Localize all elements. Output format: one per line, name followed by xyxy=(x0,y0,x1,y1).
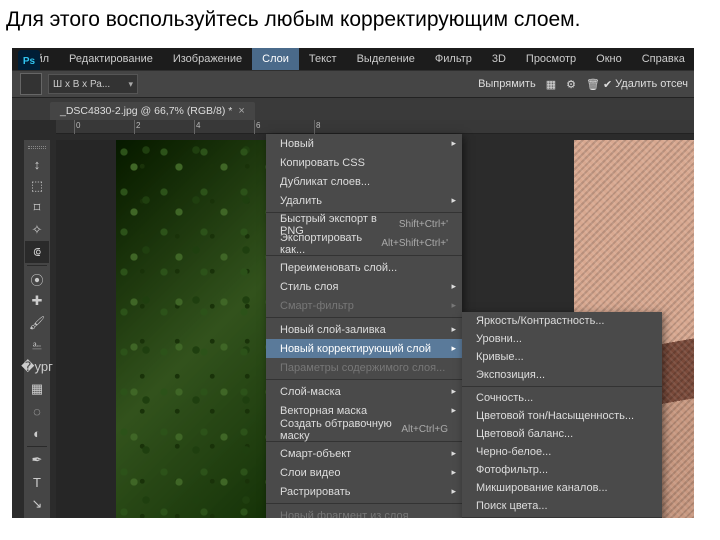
layers-menu-item[interactable]: Копировать CSS xyxy=(266,153,462,172)
tool-bucket[interactable]: ▦ xyxy=(25,378,49,400)
layers-menu-item[interactable]: Стиль слоя xyxy=(266,277,462,296)
layers-menu-item[interactable]: Слой-маска xyxy=(266,382,462,401)
tool-clone[interactable]: ⎁ xyxy=(25,334,49,356)
tool-healing[interactable]: ✚ xyxy=(25,290,49,312)
gear-icon[interactable]: ⚙ xyxy=(566,78,576,91)
options-bar: Ш x В x Ра... Выпрямить ▦ ⚙ Удалить отсе… xyxy=(12,70,694,98)
straighten-button[interactable]: Выпрямить xyxy=(478,78,536,90)
adjustment-submenu-item[interactable]: Цветовой баланс... xyxy=(462,425,662,443)
adjustment-submenu-item[interactable]: Уровни... xyxy=(462,330,662,348)
menu-текст[interactable]: Текст xyxy=(299,48,347,70)
menu-редактирование[interactable]: Редактирование xyxy=(59,48,163,70)
tool-lasso[interactable]: ⌑ xyxy=(25,197,49,219)
layers-menu-item[interactable]: Смарт-объект xyxy=(266,444,462,463)
tool-type[interactable]: T xyxy=(25,471,49,493)
tool-magic-wand[interactable]: ✧ xyxy=(25,219,49,241)
adjustment-submenu-item[interactable]: Фотофильтр... xyxy=(462,461,662,479)
menu-слои[interactable]: Слои xyxy=(252,48,299,70)
adjustment-submenu-item[interactable]: Сочность... xyxy=(462,389,662,407)
tool-brush[interactable]: 🖌 xyxy=(25,312,49,334)
adjustment-submenu-item[interactable]: Черно-белое... xyxy=(462,443,662,461)
check-icon xyxy=(603,78,612,91)
layers-menu-item[interactable]: Удалить xyxy=(266,191,462,210)
tools-panel: ↕⬚⌑✧⟃⦿✚🖌⎁�ург▦◌◐✒T↘▭✋ xyxy=(24,140,50,518)
menu-справка[interactable]: Справка xyxy=(632,48,694,70)
adjustment-submenu-item[interactable]: Яркость/Контрастность... xyxy=(462,312,662,330)
layers-menu-item[interactable]: Растрировать xyxy=(266,482,462,501)
horizontal-ruler: 02468 xyxy=(56,120,694,134)
ps-logo-icon: Ps xyxy=(18,50,40,72)
layers-menu-item[interactable]: Дубликат слоев... xyxy=(266,172,462,191)
tool-pen[interactable]: ✒ xyxy=(25,449,49,471)
menu-фильтр[interactable]: Фильтр xyxy=(425,48,482,70)
document-tab-row: _DSC4830-2.jpg @ 66,7% (RGB/8) * × xyxy=(12,98,694,120)
layers-menu-item[interactable]: Экспортировать как...Alt+Shift+Ctrl+' xyxy=(266,234,462,253)
menu-выделение[interactable]: Выделение xyxy=(347,48,425,70)
layers-menu-item[interactable]: Новый корректирующий слой xyxy=(266,339,462,358)
tool-path-select[interactable]: ↘ xyxy=(25,493,49,515)
photoshop-window: Ps ФайлРедактированиеИзображениеСлоиТекс… xyxy=(12,48,694,518)
tool-move[interactable]: ↕ xyxy=(25,153,49,175)
document-tab-label: _DSC4830-2.jpg @ 66,7% (RGB/8) * xyxy=(60,105,232,117)
adjustment-submenu-item[interactable]: Микширование каналов... xyxy=(462,479,662,497)
panel-grip-icon[interactable] xyxy=(28,146,46,149)
grid-icon[interactable]: ▦ xyxy=(546,78,556,91)
menu-изображение[interactable]: Изображение xyxy=(163,48,252,70)
layers-menu-item: Параметры содержимого слоя... xyxy=(266,358,462,377)
crop-preset-icon[interactable] xyxy=(20,73,42,95)
tool-eyedropper[interactable]: ⦿ xyxy=(25,268,49,290)
trash-icon xyxy=(586,78,600,91)
layers-menu-dropdown: НовыйКопировать CSSДубликат слоев...Удал… xyxy=(266,134,462,518)
menu-3d[interactable]: 3D xyxy=(482,48,516,70)
layers-menu-item[interactable]: Слои видео xyxy=(266,463,462,482)
document-tab[interactable]: _DSC4830-2.jpg @ 66,7% (RGB/8) * × xyxy=(50,102,255,120)
delete-crop-checkbox[interactable]: Удалить отсеч xyxy=(586,78,688,91)
tool-blur[interactable]: ◌ xyxy=(25,400,49,422)
caption-text: Для этого воспользуйтесь любым корректир… xyxy=(0,0,720,48)
layers-menu-item: Смарт-фильтр xyxy=(266,296,462,315)
tool-marquee[interactable]: ⬚ xyxy=(25,175,49,197)
menu-окно[interactable]: Окно xyxy=(586,48,632,70)
layers-menu-item[interactable]: Создать обтравочную маскуAlt+Ctrl+G xyxy=(266,420,462,439)
layers-menu-item: Новый фрагмент из слоя xyxy=(266,506,462,518)
menu-просмотр[interactable]: Просмотр xyxy=(516,48,586,70)
close-tab-icon[interactable]: × xyxy=(238,105,244,117)
tool-eraser[interactable]: �ург xyxy=(25,356,49,378)
crop-preset-select[interactable]: Ш x В x Ра... xyxy=(48,74,138,94)
layers-menu-item[interactable]: Новый xyxy=(266,134,462,153)
adjustment-submenu-item[interactable]: Кривые... xyxy=(462,348,662,366)
workspace-gutter xyxy=(56,140,116,518)
layers-menu-item[interactable]: Новый слой-заливка xyxy=(266,320,462,339)
adjustment-submenu-item[interactable]: Экспозиция... xyxy=(462,366,662,384)
tool-dodge[interactable]: ◐ xyxy=(25,422,49,444)
tool-shape[interactable]: ▭ xyxy=(25,515,49,518)
tool-crop[interactable]: ⟃ xyxy=(25,241,49,263)
adjustment-submenu-item[interactable]: Поиск цвета... xyxy=(462,497,662,515)
adjustment-submenu-item[interactable]: Цветовой тон/Насыщенность... xyxy=(462,407,662,425)
adjustment-layer-submenu: Яркость/Контрастность...Уровни...Кривые.… xyxy=(462,312,662,518)
menubar: Ps ФайлРедактированиеИзображениеСлоиТекс… xyxy=(12,48,694,70)
layers-menu-item[interactable]: Переименовать слой... xyxy=(266,258,462,277)
